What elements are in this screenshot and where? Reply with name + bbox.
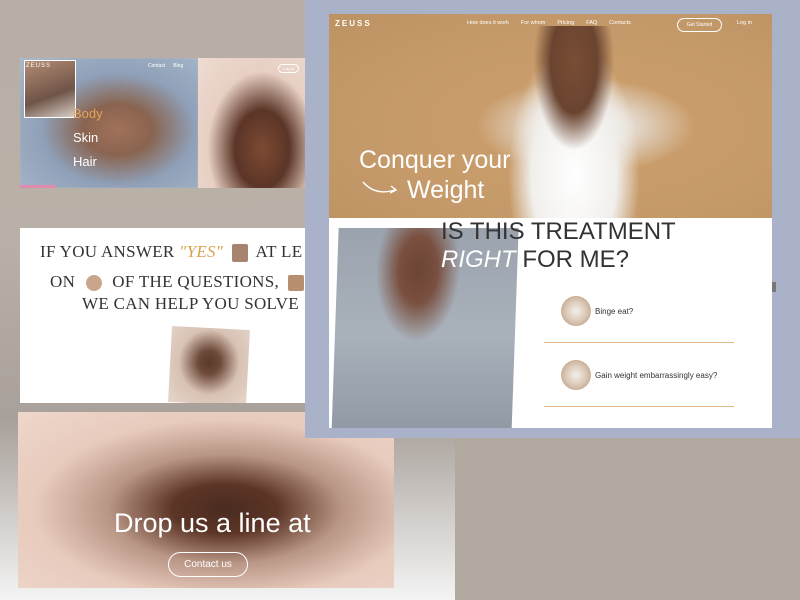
preview-questions: IF YOU ANSWER "YES" AT LE ON OF THE QUES… (20, 228, 305, 403)
menu-item-body[interactable]: Body (73, 106, 103, 121)
divider (544, 406, 734, 407)
scrollbar-thumb[interactable] (772, 282, 776, 292)
category-menu: Body Skin Hair (73, 106, 103, 169)
nav-faq[interactable]: FAQ (586, 20, 597, 26)
questions-line-3: WE CAN HELP YOU SOLVE (82, 294, 299, 313)
nav-pricing[interactable]: Pricing (557, 20, 574, 26)
treatment-section: IS THIS TREATMENT RIGHT FOR ME? Binge ea… (329, 218, 772, 428)
question-item[interactable]: Gain weight embarrassingly easy? (561, 360, 717, 390)
login-button[interactable]: Log in (278, 64, 299, 73)
line2-text-a: ON (50, 272, 76, 291)
nav-for-whom[interactable]: For whom (521, 20, 545, 26)
inline-photo-2 (85, 275, 102, 292)
question-avatar (561, 360, 591, 390)
question-text: Gain weight embarrassingly easy? (595, 370, 718, 380)
nav-contacts[interactable]: Contacts (609, 20, 631, 26)
progress-bar (20, 185, 56, 188)
yes-text: "YES" (179, 242, 224, 261)
hero-section: ZEUSS How does it work For whom Pricing … (329, 14, 772, 218)
section-title-end: FOR ME? (522, 246, 630, 273)
site-logo[interactable]: ZEUSS (335, 19, 372, 28)
question-text: Binge eat? (595, 306, 634, 316)
inline-photo-3 (287, 275, 304, 292)
nav-contact[interactable]: Contact (148, 63, 165, 69)
login-link[interactable]: Log in (737, 20, 752, 26)
inline-photo-1 (231, 244, 248, 263)
site-nav: How does it work For whom Pricing FAQ Co… (467, 20, 631, 26)
contact-headline: Drop us a line at (114, 508, 311, 538)
menu-item-hair[interactable]: Hair (73, 154, 103, 169)
preview-contact: Drop us a line at Contact us (18, 412, 394, 588)
section-title-line-1: IS THIS TREATMENT (441, 218, 676, 245)
line1-text-a: IF YOU ANSWER (40, 242, 175, 261)
questions-line-2: ON OF THE QUESTIONS, (50, 272, 304, 292)
section-title: IS THIS TREATMENT RIGHT FOR ME? (441, 218, 676, 274)
contact-us-button[interactable]: Contact us (168, 552, 248, 577)
nav-blog[interactable]: Blog (173, 63, 183, 69)
curved-arrow-icon (362, 181, 398, 194)
divider (544, 342, 734, 343)
preview-body-skin-hair: ZEUSS Contact Blog Body Skin Hair Log in (20, 58, 305, 188)
dumbbell-man-photo (168, 326, 250, 403)
questions-line-1: IF YOU ANSWER "YES" AT LE (40, 242, 303, 263)
background-right (455, 430, 800, 600)
nav-how-it-works[interactable]: How does it work (467, 20, 509, 26)
line1-text-b: AT LE (255, 242, 303, 261)
hero-headline-2: Weight (407, 176, 485, 204)
woman-photo (198, 58, 305, 188)
section-title-italic: RIGHT (441, 246, 516, 273)
logo[interactable]: ZEUSS (26, 63, 51, 69)
line2-text-b: OF THE QUESTIONS, (112, 272, 280, 291)
menu-item-skin[interactable]: Skin (73, 130, 103, 145)
hero-man-photo (499, 26, 649, 218)
question-item[interactable]: Binge eat? (561, 296, 633, 326)
nav: Contact Blog (148, 63, 183, 69)
question-avatar (561, 296, 591, 326)
section-title-line-2: RIGHT FOR ME? (441, 246, 676, 274)
get-started-button[interactable]: Get Started (677, 18, 722, 32)
hero-headline-1: Conquer your (359, 146, 511, 174)
